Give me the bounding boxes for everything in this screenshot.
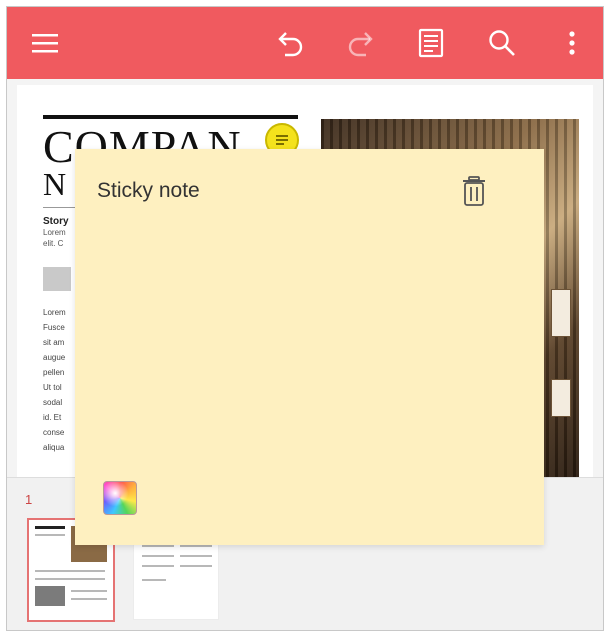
thumb-detail [142, 555, 174, 557]
reader-mode-button[interactable] [411, 23, 451, 63]
headline-rule [43, 115, 298, 119]
thumb-detail [35, 534, 65, 536]
search-icon [489, 30, 515, 56]
note-color-picker-button[interactable] [103, 481, 137, 515]
photo-detail [551, 289, 571, 337]
menu-button[interactable] [25, 23, 65, 63]
thumb-detail [142, 565, 174, 567]
sticky-note-popup[interactable]: Sticky note [75, 149, 544, 545]
menu-icon [32, 34, 58, 53]
delete-note-button[interactable] [459, 175, 489, 209]
thumb-detail [180, 545, 212, 547]
more-vert-icon [569, 31, 575, 55]
thumb-detail [35, 578, 105, 580]
thumb-detail [180, 555, 212, 557]
pdf-viewer-window: COMPAN N Story Lorem elit. C Lorem Fusce… [6, 6, 604, 631]
undo-icon [278, 32, 303, 57]
photo-detail [551, 379, 571, 417]
comment-icon [276, 135, 288, 145]
more-options-button[interactable] [552, 23, 592, 63]
thumb-detail [142, 545, 174, 547]
thumb-detail [71, 590, 107, 592]
redo-icon [348, 32, 373, 57]
undo-button[interactable] [270, 23, 310, 63]
thumb-photo [35, 586, 65, 606]
thumb-detail [142, 579, 166, 581]
trash-icon [463, 176, 485, 206]
image-placeholder [43, 267, 71, 291]
reader-mode-icon [418, 28, 444, 58]
sticky-note-title: Sticky note [97, 179, 200, 202]
thumb-detail [35, 570, 105, 572]
thumb-detail [35, 526, 65, 529]
search-button[interactable] [482, 23, 522, 63]
top-toolbar [7, 7, 603, 79]
thumb-detail [180, 565, 212, 567]
thumb-detail [71, 598, 107, 600]
page-number: 1 [25, 492, 33, 507]
redo-button[interactable] [341, 23, 381, 63]
